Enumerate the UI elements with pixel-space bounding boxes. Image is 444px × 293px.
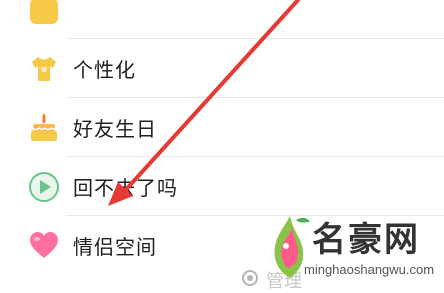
menu-item-top-partial[interactable] xyxy=(0,0,444,39)
watermark: 名豪网 minghaoshangwu.com xyxy=(262,204,442,284)
watermark-name: 名豪网 xyxy=(312,220,420,260)
yellow-partial-icon xyxy=(28,0,60,26)
menu-item-label: 好友生日 xyxy=(73,117,157,141)
menu-item-label: 情侣空间 xyxy=(73,235,157,259)
menu-item-friend-birthday[interactable]: 好友生日 xyxy=(0,98,444,157)
manage-icon xyxy=(240,268,260,292)
heart-icon xyxy=(28,230,60,262)
play-icon xyxy=(28,171,60,203)
watermark-url: minghaoshangwu.com xyxy=(304,262,435,277)
menu-item-label: 回不去了吗 xyxy=(73,176,178,200)
menu-item-label: 个性化 xyxy=(73,58,136,82)
shirt-icon xyxy=(28,53,60,85)
menu-item-personalize[interactable]: 个性化 xyxy=(0,39,444,98)
cake-icon xyxy=(28,112,60,144)
